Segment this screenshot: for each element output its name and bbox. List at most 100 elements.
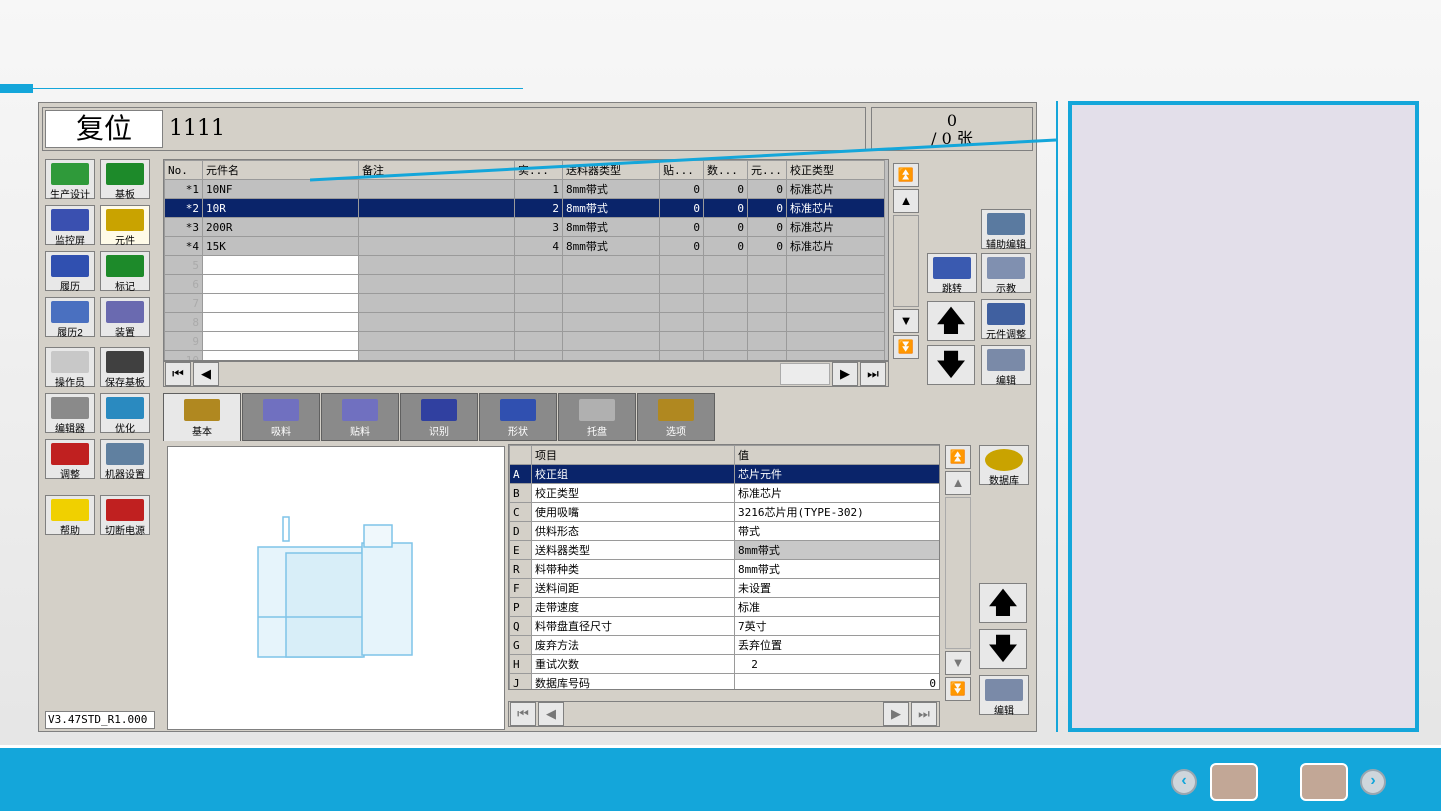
table-cell[interactable]: 7: [164, 293, 203, 313]
property-value[interactable]: 未设置: [734, 578, 939, 598]
table-cell[interactable]: 8mm带式: [562, 198, 660, 218]
prop-up-button[interactable]: 🡅: [979, 583, 1027, 623]
property-row[interactable]: A 校正组 芯片元件: [509, 464, 939, 484]
sidebar-item-mark[interactable]: 标记: [100, 251, 150, 293]
table-cell[interactable]: [358, 198, 515, 218]
table-cell[interactable]: [703, 331, 748, 351]
table-cell[interactable]: [202, 274, 359, 294]
sidebar-item-machine-setting[interactable]: 机器设置: [100, 439, 150, 481]
table-cell[interactable]: 10: [164, 350, 203, 360]
table-cell[interactable]: 0: [659, 217, 704, 237]
table-cell[interactable]: 0: [659, 236, 704, 256]
property-row[interactable]: Q 料带盘直径尺寸 7英寸: [509, 616, 939, 636]
table-cell[interactable]: [514, 274, 563, 294]
property-value[interactable]: 8mm带式: [734, 540, 939, 560]
database-button[interactable]: 数据库: [979, 445, 1029, 487]
property-row[interactable]: G 废弃方法 丢弃位置: [509, 635, 939, 655]
table-cell[interactable]: [786, 255, 885, 275]
table-cell[interactable]: [358, 350, 515, 360]
sidebar-item-component[interactable]: 元件: [100, 205, 150, 247]
table-cell[interactable]: [562, 274, 660, 294]
property-value[interactable]: 标准芯片: [734, 483, 939, 503]
table-row[interactable]: *3 200R 3 8mm带式 0 0 0 标准芯片: [164, 217, 885, 237]
table-row-empty[interactable]: 6: [164, 274, 885, 294]
property-value[interactable]: 芯片元件: [734, 464, 939, 484]
table-cell[interactable]: [786, 331, 885, 351]
property-value[interactable]: 0: [734, 673, 939, 689]
next-button[interactable]: [1300, 763, 1348, 801]
table-cell[interactable]: [202, 350, 359, 360]
tab-option[interactable]: 选项: [637, 393, 715, 441]
tab-mount[interactable]: 贴料: [321, 393, 399, 441]
table-cell[interactable]: 标准芯片: [786, 217, 885, 237]
property-value[interactable]: 3216芯片用(TYPE-302): [734, 502, 939, 522]
sidebar-item-board[interactable]: 基板: [100, 159, 150, 201]
property-row[interactable]: H 重试次数 2: [509, 654, 939, 674]
property-row[interactable]: F 送料间距 未设置: [509, 578, 939, 598]
table-cell[interactable]: [659, 331, 704, 351]
table-cell[interactable]: [747, 255, 787, 275]
table-cell[interactable]: [562, 255, 660, 275]
table-cell[interactable]: [747, 312, 787, 332]
table-cell[interactable]: [747, 350, 787, 360]
table-cell[interactable]: 0: [703, 236, 748, 256]
props-hscrollbar[interactable]: ⏮ ◀ ▶ ⏭: [508, 701, 940, 727]
scroll-right-icon[interactable]: ▶: [832, 362, 858, 386]
table-cell[interactable]: [514, 312, 563, 332]
table-cell[interactable]: [747, 331, 787, 351]
property-row[interactable]: E 送料器类型 8mm带式: [509, 540, 939, 560]
scroll-left-icon[interactable]: ◀: [193, 362, 219, 386]
table-cell[interactable]: [358, 293, 515, 313]
sidebar-item-power-off[interactable]: 切断电源: [100, 495, 150, 537]
table-cell[interactable]: [786, 274, 885, 294]
table-cell[interactable]: 0: [747, 236, 787, 256]
property-value[interactable]: 8mm带式: [734, 559, 939, 579]
comp-adjust-button[interactable]: 元件调整: [981, 299, 1031, 341]
table-cell[interactable]: [703, 312, 748, 332]
props-vscrollbar[interactable]: [945, 497, 971, 649]
table-cell[interactable]: *4: [164, 236, 203, 256]
table-cell[interactable]: [202, 331, 359, 351]
table-row[interactable]: *2 10R 2 8mm带式 0 0 0 标准芯片: [164, 198, 885, 218]
table-cell[interactable]: 200R: [202, 217, 359, 237]
table-cell[interactable]: 10R: [202, 198, 359, 218]
table-cell[interactable]: [747, 274, 787, 294]
table-cell[interactable]: 8mm带式: [562, 236, 660, 256]
aux-edit-button[interactable]: 辅助编辑: [981, 209, 1031, 251]
tab-shape[interactable]: 形状: [479, 393, 557, 441]
sidebar-item-history[interactable]: 履历: [45, 251, 95, 293]
table-cell[interactable]: [514, 350, 563, 360]
table-cell[interactable]: [703, 255, 748, 275]
table-cell[interactable]: [659, 312, 704, 332]
sidebar-item-operator[interactable]: 操作员: [45, 347, 95, 389]
scroll-down-icon[interactable]: ▼: [893, 309, 919, 333]
scroll-last-icon[interactable]: ⏭: [860, 362, 886, 386]
props-scroll-first-icon[interactable]: ⏮: [510, 702, 536, 726]
prop-down-button[interactable]: 🡇: [979, 629, 1027, 669]
table-cell[interactable]: 0: [747, 198, 787, 218]
property-value[interactable]: 带式: [734, 521, 939, 541]
table-cell[interactable]: [202, 312, 359, 332]
table-cell[interactable]: 标准芯片: [786, 198, 885, 218]
column-header[interactable]: No.: [164, 160, 203, 180]
props-scroll-right-icon[interactable]: ▶: [883, 702, 909, 726]
table-cell[interactable]: 0: [703, 217, 748, 237]
table-cell[interactable]: [659, 293, 704, 313]
move-down-button[interactable]: 🡇: [927, 345, 975, 385]
property-row[interactable]: J 数据库号码 0: [509, 673, 939, 689]
props-scroll-down-icon[interactable]: ▼: [945, 651, 971, 675]
table-cell[interactable]: 9: [164, 331, 203, 351]
props-scroll-up-icon[interactable]: ▲: [945, 471, 971, 495]
table-cell[interactable]: [562, 293, 660, 313]
table-cell[interactable]: [703, 293, 748, 313]
table-row[interactable]: *4 15K 4 8mm带式 0 0 0 标准芯片: [164, 236, 885, 256]
table-cell[interactable]: [358, 274, 515, 294]
table-cell[interactable]: [703, 274, 748, 294]
table-cell[interactable]: [659, 255, 704, 275]
property-row[interactable]: P 走带速度 标准: [509, 597, 939, 617]
jump-button[interactable]: 跳转: [927, 253, 977, 295]
table-cell[interactable]: [659, 350, 704, 360]
scroll-bottom-icon[interactable]: ⏬: [893, 335, 919, 359]
component-table[interactable]: No. 元件名 备注 实... 送料器类型 贴... 数... 元... 校正类型 *1 10NF…: [163, 159, 889, 361]
property-table[interactable]: 项目值 A 校正组 芯片元件 B 校正类型 标准芯片 C 使用吸嘴 3216芯片用(TYPE-3…: [508, 444, 940, 690]
